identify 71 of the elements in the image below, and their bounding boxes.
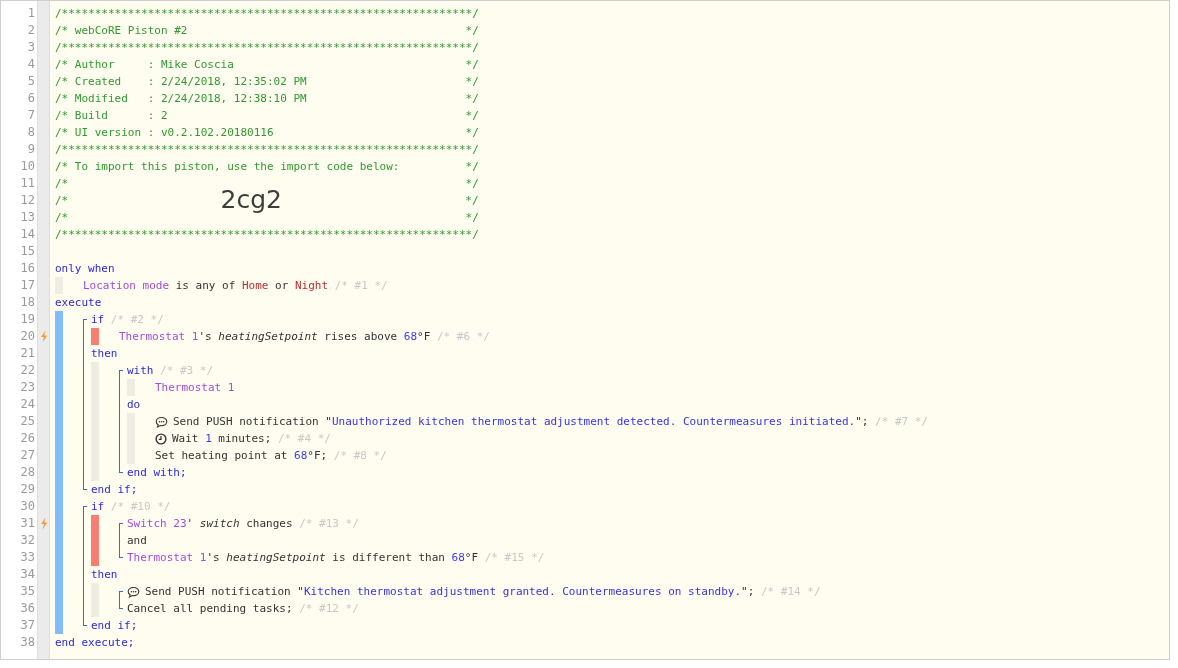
line-number: 18 (19, 294, 36, 311)
code-comment: /* Created : 2/24/2018, 12:35:02 PM */ (55, 74, 479, 90)
import-code: 2cg2 (220, 188, 283, 212)
code-comment: /* Modified : 2/24/2018, 12:38:10 PM */ (55, 91, 479, 107)
line-number: 12 (19, 192, 36, 209)
line-number: 22 (19, 362, 36, 379)
line-number: 30 (19, 498, 36, 515)
line-number: 37 (19, 617, 36, 634)
code-line: end if; (91, 482, 138, 498)
code-comment: /**************************************************************/ (55, 40, 479, 56)
line-number: 10 (19, 158, 36, 175)
line-number: 20 (19, 328, 36, 345)
line-number: 33 (19, 549, 36, 566)
line-number: 3 (26, 39, 36, 56)
line-number: 27 (19, 447, 36, 464)
line-number: 28 (19, 464, 36, 481)
line-number: 21 (19, 345, 36, 362)
code-comment: /* To import this piston, use the import code below: */ (55, 159, 479, 175)
line-number: 7 (26, 107, 36, 124)
code-comment: /**************************************************************/ (55, 142, 479, 158)
code-comment: */ (465, 193, 479, 209)
line-number: 8 (26, 124, 36, 141)
line-number: 23 (19, 379, 36, 396)
line-number: 31 (19, 515, 36, 532)
speech-bubble-icon (155, 415, 168, 428)
line-number: 29 (19, 481, 36, 498)
line-number: 25 (19, 413, 36, 430)
condition-bar (91, 515, 99, 566)
line-number: 14 (19, 226, 36, 243)
code-comment: /* */ (55, 176, 479, 190)
line-number: 4 (26, 56, 36, 73)
bracket-line (119, 523, 123, 558)
code-comment: /**************************************************************/ (55, 227, 479, 243)
code-line: then (91, 567, 118, 583)
code-comment: /* Build : 2 */ (55, 108, 479, 124)
line-number: 15 (19, 243, 36, 260)
line-number: 26 (19, 430, 36, 447)
line-number: 13 (19, 209, 36, 226)
line-number: 16 (19, 260, 36, 277)
code-line: end with; (127, 465, 187, 481)
line-number: 6 (26, 90, 36, 107)
code-comment: /**************************************************************/ (55, 6, 479, 22)
code-line: then (91, 346, 118, 362)
line-number: 19 (19, 311, 36, 328)
line-number: 34 (19, 566, 36, 583)
bracket-line (119, 591, 123, 609)
code-comment: /* UI version : v0.2.102.20180116 */ (55, 125, 479, 141)
line-number: 2 (26, 22, 36, 39)
code-comment: /* webCoRE Piston #2 */ (55, 23, 479, 39)
line-number: 5 (26, 73, 36, 90)
line-number: 35 (19, 583, 36, 600)
line-number: 9 (26, 141, 36, 158)
code-comment: /* Author : Mike Coscia */ (55, 57, 479, 73)
line-number: 24 (19, 396, 36, 413)
line-number: 11 (19, 175, 36, 192)
code-line: only when (55, 261, 115, 277)
clock-icon (155, 432, 167, 445)
code-line: do (127, 397, 141, 413)
speech-bubble-icon (127, 585, 140, 598)
code-line: end if; (91, 618, 138, 634)
line-number: 32 (19, 532, 36, 549)
code-comment: /* (55, 193, 70, 209)
code-line: and (127, 533, 147, 549)
line-number: 17 (19, 277, 36, 294)
code-line: execute (55, 295, 102, 311)
code-line: Thermostat 1 (155, 380, 235, 396)
condition-bar (91, 328, 99, 345)
line-number: 36 (19, 600, 36, 617)
line-number: 1 (26, 5, 36, 22)
line-number: 38 (19, 634, 36, 651)
code-line: end execute; (55, 635, 135, 651)
